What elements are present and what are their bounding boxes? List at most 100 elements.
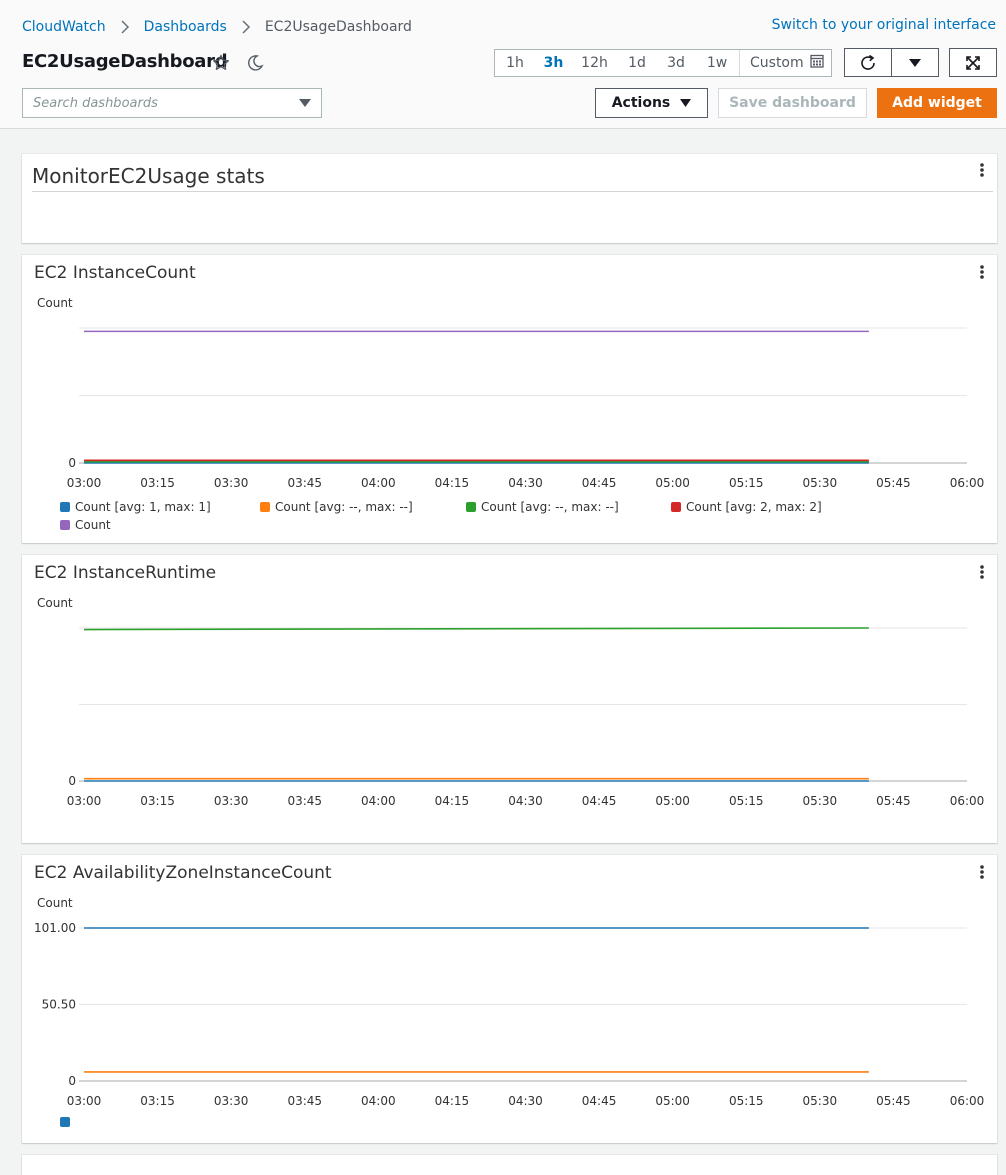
expand-icon: [966, 55, 980, 70]
x-tick-label: 04:00: [361, 794, 396, 808]
save-dashboard-button[interactable]: Save dashboard: [718, 88, 867, 118]
x-tick-label: 05:45: [876, 1094, 911, 1108]
x-tick-label: 05:30: [803, 476, 838, 490]
legend-item[interactable]: Count [avg: --, max: --]: [260, 500, 413, 514]
x-tick-label: 03:15: [140, 1094, 175, 1108]
x-tick-label: 04:00: [361, 476, 396, 490]
legend-swatch: [60, 1117, 70, 1127]
x-tick-label: 04:00: [361, 1094, 396, 1108]
add-widget-button[interactable]: Add widget: [877, 88, 997, 118]
x-tick-label: 04:15: [435, 794, 470, 808]
y-tick-label: 50.50: [42, 998, 76, 1012]
refresh-options-dropdown[interactable]: [891, 48, 939, 77]
instance-runtime-chart: 0 03:00 03:15 03:30 03:45 04:00 04:15 04:30 04:4…: [67, 627, 984, 808]
x-tick-label: 03:30: [214, 476, 249, 490]
legend-label: Count [avg: --, max: --]: [481, 500, 619, 514]
text-widget: MonitorEC2Usage stats: [22, 154, 997, 243]
x-tick-label: 06:00: [950, 1094, 985, 1108]
widget-ec2-instance-count: EC2 InstanceCount Count 0 03:00 03:15 03:30…: [22, 255, 997, 543]
legend-label: Count: [75, 518, 111, 532]
legend-item[interactable]: Count [avg: 2, max: 2]: [671, 500, 822, 514]
legend-item[interactable]: [60, 1117, 75, 1127]
more-options-icon[interactable]: [979, 162, 985, 178]
x-tick-label: 04:30: [508, 794, 543, 808]
x-tick-label: 05:15: [729, 794, 764, 808]
fullscreen-button[interactable]: [949, 48, 997, 77]
y-tick-label: 0: [68, 774, 76, 788]
x-tick-label: 03:30: [214, 1094, 249, 1108]
legend-swatch: [60, 520, 70, 530]
legend-swatch: [671, 502, 681, 512]
x-tick-label: 04:15: [435, 476, 470, 490]
time-range-1h[interactable]: 1h: [495, 50, 535, 76]
x-tick-label: 05:00: [655, 1094, 690, 1108]
chevron-right-icon: [120, 20, 130, 34]
time-range-1w[interactable]: 1w: [695, 50, 739, 76]
custom-label: Custom: [750, 55, 804, 71]
x-tick-label: 03:45: [287, 476, 322, 490]
actions-button[interactable]: Actions: [595, 88, 708, 118]
legend-swatch: [260, 502, 270, 512]
x-tick-label: 05:00: [655, 476, 690, 490]
page-title: EC2UsageDashboard: [22, 51, 228, 72]
x-tick-label: 05:00: [655, 794, 690, 808]
x-tick-label: 06:00: [950, 476, 985, 490]
time-range-custom[interactable]: Custom: [739, 50, 830, 76]
x-tick-label: 05:30: [803, 794, 838, 808]
chevron-right-icon: [241, 20, 251, 34]
x-tick-label: 03:00: [67, 476, 102, 490]
dashboard-header: CloudWatch Dashboards EC2UsageDashboard …: [0, 0, 1006, 129]
y-tick-label: 0: [68, 456, 76, 470]
instance-count-chart: 0 03:00 03:15 03:30 03:45 04:00 04:15 04:30 04:4…: [67, 327, 985, 490]
caret-down-icon[interactable]: [299, 99, 311, 107]
search-dashboards-input[interactable]: Search dashboards: [22, 88, 322, 118]
x-tick-label: 03:15: [140, 476, 175, 490]
legend-item[interactable]: Count: [60, 518, 111, 532]
legend-label: Count [avg: --, max: --]: [275, 500, 413, 514]
x-tick-label: 05:15: [729, 476, 764, 490]
legend-swatch: [60, 502, 70, 512]
refresh-icon: [861, 54, 875, 70]
refresh-button[interactable]: [844, 48, 892, 77]
legend-item[interactable]: Count [avg: 1, max: 1]: [60, 500, 211, 514]
switch-original-interface-link[interactable]: Switch to your original interface: [772, 17, 996, 33]
x-tick-label: 04:45: [582, 794, 617, 808]
widget-ec2-instance-runtime: EC2 InstanceRuntime Count 0 03:00 03:15 03:…: [22, 555, 997, 843]
x-tick-label: 05:15: [729, 1094, 764, 1108]
x-tick-label: 05:45: [876, 794, 911, 808]
time-range-1d[interactable]: 1d: [617, 50, 657, 76]
x-tick-label: 03:00: [67, 1094, 102, 1108]
x-tick-label: 04:15: [435, 1094, 470, 1108]
y-tick-label: 0: [68, 1074, 76, 1088]
az-instance-count-chart: 0 50.50 101.00 03:00 03:15 03:30 03:45 04:00 04:…: [34, 921, 985, 1108]
x-tick-label: 03:45: [287, 1094, 322, 1108]
search-placeholder: Search dashboards: [33, 95, 158, 111]
moon-icon[interactable]: [246, 54, 264, 76]
x-tick-label: 04:30: [508, 1094, 543, 1108]
caret-down-icon: [680, 99, 692, 107]
legend-item[interactable]: Count [avg: --, max: --]: [466, 500, 619, 514]
x-tick-label: 05:45: [876, 476, 911, 490]
actions-label: Actions: [611, 95, 671, 111]
caret-down-icon: [909, 58, 921, 67]
y-tick-label: 101.00: [34, 921, 76, 935]
widget-ec2-az-instance-count: EC2 AvailabilityZoneInstanceCount Count …: [22, 855, 997, 1143]
breadcrumb-cloudwatch-link[interactable]: CloudWatch: [22, 19, 106, 35]
breadcrumb-dashboards-link[interactable]: Dashboards: [144, 19, 227, 35]
x-tick-label: 03:45: [287, 794, 322, 808]
x-tick-label: 04:30: [508, 476, 543, 490]
x-tick-label: 05:30: [803, 1094, 838, 1108]
divider: [32, 191, 993, 192]
text-widget-title: MonitorEC2Usage stats: [32, 164, 265, 188]
time-range-3h[interactable]: 3h: [535, 50, 572, 76]
star-icon[interactable]: [212, 54, 230, 76]
calendar-icon: [809, 54, 824, 72]
x-tick-label: 03:15: [140, 794, 175, 808]
time-range-12h[interactable]: 12h: [572, 50, 617, 76]
x-tick-label: 03:00: [67, 794, 102, 808]
legend-label: Count [avg: 1, max: 1]: [75, 500, 211, 514]
x-tick-label: 04:45: [582, 1094, 617, 1108]
breadcrumb-current: EC2UsageDashboard: [264, 19, 412, 35]
x-tick-label: 03:30: [214, 794, 249, 808]
time-range-3d[interactable]: 3d: [657, 50, 695, 76]
